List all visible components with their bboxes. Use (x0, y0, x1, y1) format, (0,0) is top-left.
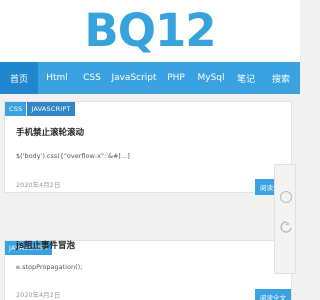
nav-item-search[interactable]: 搜索 (262, 62, 300, 94)
nav-item-home[interactable]: 首页 (0, 62, 38, 94)
post-card: CSS JAVASCRIPT 手机禁止滚轮滚动 $('body').css({"… (4, 101, 292, 195)
circle-icon[interactable] (280, 191, 292, 203)
nav-item-php[interactable]: PHP (160, 62, 192, 94)
post-card: JAVASCRIPT js阻止事件冒泡 e.stopPropagation();… (4, 240, 292, 300)
nav-item-notes[interactable]: 笔记 (230, 62, 262, 94)
nav-item-javascript[interactable]: JavaScript (108, 62, 160, 94)
post-title[interactable]: 手机禁止滚轮滚动 (16, 126, 84, 138)
nav-item-mysql[interactable]: MySql (192, 62, 230, 94)
post-excerpt: $('body').css({"overflow-x":'&#[...] (16, 152, 130, 160)
refresh-icon[interactable] (280, 221, 292, 235)
floating-toolbar (274, 164, 296, 274)
nav-item-css[interactable]: CSS (76, 62, 108, 94)
site-logo[interactable]: BQ12 (0, 7, 300, 55)
post-date: 2020年4月2日 (16, 291, 61, 299)
site-header: BQ12 (0, 0, 300, 62)
read-more-button[interactable]: 阅读全文 (255, 289, 291, 300)
post-excerpt: e.stopPropagation(); (16, 263, 83, 271)
post-tags: CSS JAVASCRIPT (5, 102, 76, 116)
nav-item-html[interactable]: Html (38, 62, 76, 94)
post-date: 2020年4月2日 (16, 181, 61, 189)
tag-css[interactable]: CSS (5, 102, 27, 116)
main-nav: 首页 Html CSS JavaScript PHP MySql 笔记 搜索 (0, 62, 300, 94)
tag-javascript[interactable]: JAVASCRIPT (27, 102, 75, 116)
post-title[interactable]: js阻止事件冒泡 (16, 239, 75, 251)
